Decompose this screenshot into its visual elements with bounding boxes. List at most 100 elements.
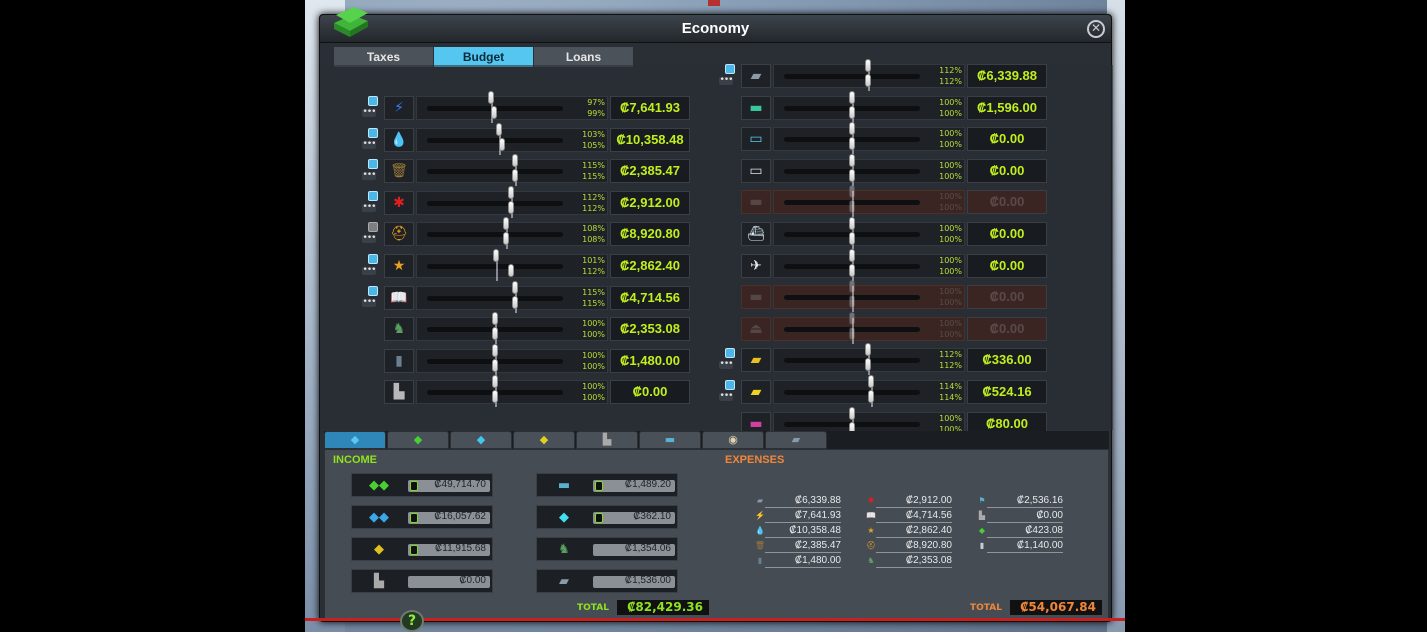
money-stack-icon [334,7,368,37]
budget-slider[interactable]: 100% 100% [773,153,965,186]
budget-slider[interactable]: 100% 100% [773,248,965,281]
expense-item: ▮ ₡1,480.00 [753,554,843,568]
day-budget-handle[interactable] [868,375,875,388]
map-marker-icon[interactable] [708,0,720,6]
transport-income-icon: ▬ [557,478,571,493]
night-percent: 100% [939,203,962,213]
day-budget-handle[interactable] [849,90,855,104]
expense-amount: ₡10,358.48 [765,524,841,538]
day-budget-handle[interactable] [849,122,855,136]
offices-tab-icon[interactable]: ◆ [450,431,512,449]
night-percent: 112% [939,77,962,86]
expense-item: ◆ ₡423.08 [975,524,1065,538]
income-item: ◆◆ ₡16,057.62 [351,505,493,529]
taxi-icon: ▰ [741,380,771,404]
day-budget-handle[interactable] [849,248,855,262]
night-percent: 100% [939,235,962,244]
expense-item: 🗑 ₡2,385.47 [753,539,843,553]
budget-slider[interactable]: 112% 112% [773,59,965,91]
income-item: ♞ ₡1,354.06 [536,537,678,561]
budget-slider[interactable]: 100% 100% [773,90,965,123]
budget-row: ⛴ 100% 100% ₡0.00 [320,217,1113,249]
income-item: ◆ ₡11,915.68 [351,537,493,561]
budget-slider[interactable]: 100% 100% [773,217,965,249]
close-icon[interactable]: ✕ [1087,20,1105,38]
day-percent: 112% [939,350,962,360]
income-item: ▙ ₡0.00 [351,569,493,593]
expense-item: ⚑ ₡2,536.16 [975,494,1065,508]
budget-slider[interactable]: 100% 100% [773,311,965,344]
taxi-icon-glyph: ▰ [750,384,762,400]
day-percent: 100% [939,255,962,265]
day-budget-handle[interactable] [849,311,855,325]
roads-tab-icon[interactable]: ▰ [765,431,827,449]
night-budget-handle[interactable] [849,295,855,309]
night-budget-handle[interactable] [865,74,872,87]
night-budget-handle[interactable] [849,326,855,340]
budget-panel: ••• ⚡ 97% 99% ₡7,641.93 ••• 💧 103% 105% ₡10,358.4… [320,59,1113,439]
night-budget-handle[interactable] [849,137,855,151]
slider-track [784,358,920,364]
night-budget-handle[interactable] [849,232,855,245]
budget-slider[interactable]: 100% 100% [773,185,965,218]
night-budget-handle[interactable] [849,168,855,182]
expense-amount: ₡2,353.08 [876,554,952,568]
train-icon: ▭ [741,158,771,183]
day-budget-handle[interactable] [849,153,855,167]
budget-checkbox[interactable] [725,348,735,359]
night-budget-handle[interactable] [849,105,855,119]
expense-item: 💧 ₡10,358.48 [753,524,843,538]
expense-amount: ₡2,912.00 [876,494,952,508]
residential-income-icon: ◆◆ [369,478,389,493]
commercial-income-icon: ◆◆ [369,510,389,525]
budget-slider[interactable]: 114% 114% [773,375,965,407]
day-budget-handle[interactable] [849,406,855,420]
tourism-tab-icon[interactable]: ◉ [702,431,764,449]
budget-slider[interactable]: 100% 100% [773,122,965,155]
more-options-icon[interactable]: ••• [719,392,733,401]
night-budget-handle[interactable] [868,390,875,403]
taxi-depot-icon-glyph: ▰ [750,352,762,369]
day-budget-handle[interactable] [865,343,872,357]
day-budget-handle[interactable] [849,185,855,199]
airplane-icon: ✈ [741,253,771,278]
income-amount: ₡362.10 [633,511,671,522]
industry-tab-icon[interactable]: ◆ [513,431,575,449]
more-options-icon[interactable]: ••• [719,360,733,370]
cash-icon [410,481,418,491]
income-item: ◆ ₡362.10 [536,505,678,529]
budget-checkbox[interactable] [725,64,735,74]
expense-amount: ₡1,480.00 [765,554,841,568]
title-bar[interactable]: Economy ✕ [320,15,1111,43]
day-budget-handle[interactable] [849,280,855,294]
day-budget-handle[interactable] [849,217,855,230]
budget-value: ₡0.00 [967,285,1047,310]
budget-slider[interactable]: 112% 112% [773,343,965,376]
day-percent: 100% [939,287,962,297]
budget-checkbox[interactable] [725,380,735,390]
night-budget-handle[interactable] [865,358,872,372]
taxi-depot-icon: ▰ [741,348,771,373]
more-options-icon[interactable]: ••• [719,76,733,85]
day-percent: 100% [939,129,962,139]
cablecar-icon-glyph: ⏏ [749,320,763,337]
night-budget-handle[interactable] [849,263,855,277]
day-budget-handle[interactable] [865,59,872,72]
factory-tab-icon[interactable]: ▙ [576,431,638,449]
industry-income-icon: ▙ [374,574,384,589]
expense-amount: ₡8,920.80 [876,539,952,553]
budget-row: ⏏ 100% 100% ₡0.00 [320,311,1113,344]
residential-tab-icon[interactable]: ◆ [324,431,386,449]
help-icon[interactable]: ? [400,610,424,632]
night-budget-handle[interactable] [849,200,855,214]
budget-slider[interactable]: 100% 100% [773,280,965,313]
commercial-tab-icon[interactable]: ◆ [387,431,449,449]
transport-tab-icon[interactable]: ▬ [639,431,701,449]
budget-row: ••• ▰ 114% 114% ₡524.16 [320,375,1113,407]
slider-track [784,390,920,395]
day-percent: 100% [939,318,962,328]
tram-icon-glyph: ▬ [749,194,763,211]
budget-row: ••• ▰ 112% 112% ₡6,339.88 [320,59,1113,91]
night-percent: 100% [939,329,962,339]
expense-item: ♞ ₡2,353.08 [864,554,954,568]
